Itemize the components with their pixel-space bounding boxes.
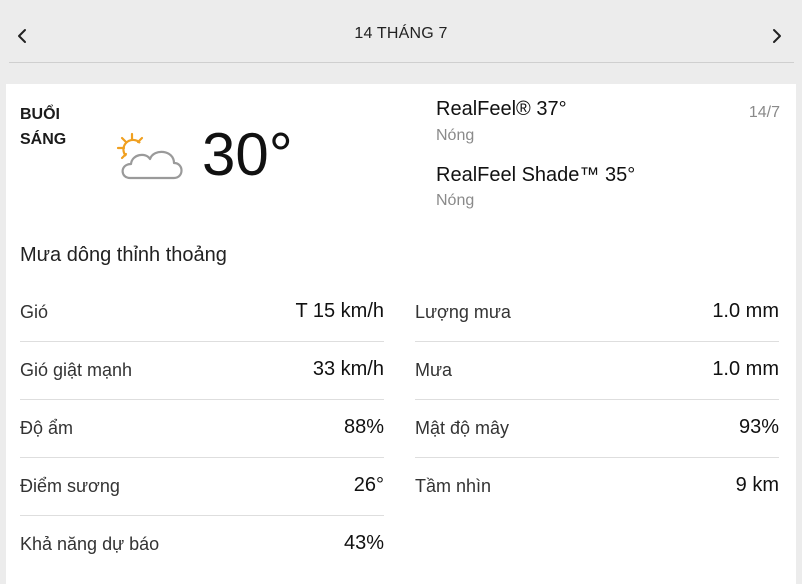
- chevron-right-icon: [773, 29, 781, 43]
- detail-value: 43%: [343, 532, 384, 554]
- next-day-button[interactable]: [762, 22, 790, 50]
- header-divider: [9, 62, 794, 63]
- period-label: BUỔI SÁNG: [20, 106, 67, 148]
- detail-row-humidity: Độ ẩm 88%: [20, 400, 384, 458]
- detail-label: Mưa: [415, 360, 453, 380]
- detail-label: Độ ẩm: [20, 418, 74, 438]
- detail-label: Lượng mưa: [415, 302, 511, 322]
- realfeel-shade-description: Nóng: [436, 192, 475, 209]
- date-label: 14 THÁNG 7: [354, 25, 448, 42]
- detail-label: Điểm sương: [20, 476, 120, 496]
- details-left-column: Gió T 15 km/h Gió giật mạnh 33 km/h Độ ẩ…: [20, 284, 384, 573]
- detail-value: 9 km: [735, 474, 779, 496]
- detail-row-precipitation: Lượng mưa 1.0 mm: [415, 284, 779, 342]
- detail-row-cloud-cover: Mật độ mây 93%: [415, 400, 779, 458]
- detail-value: 1.0 mm: [712, 358, 779, 380]
- detail-value: 88%: [343, 416, 384, 438]
- detail-row-wind-gust: Gió giật mạnh 33 km/h: [20, 342, 384, 400]
- detail-value: 1.0 mm: [712, 300, 779, 322]
- detail-value: 26°: [353, 474, 384, 496]
- detail-row-rain: Mưa 1.0 mm: [415, 342, 779, 400]
- detail-label: Tầm nhìn: [415, 476, 492, 496]
- detail-row-dew-point: Điểm sương 26°: [20, 458, 384, 516]
- date-badge: 14/7: [748, 104, 780, 121]
- detail-label: Mật độ mây: [415, 418, 510, 438]
- detail-row-probability: Khả năng dự báo 43%: [20, 516, 384, 573]
- detail-label: Gió: [20, 302, 49, 322]
- realfeel-value: RealFeel® 37°: [436, 98, 567, 120]
- detail-value: 93%: [738, 416, 779, 438]
- detail-row-wind: Gió T 15 km/h: [20, 284, 384, 342]
- partly-sunny-icon: [116, 132, 183, 180]
- details-right-column: Lượng mưa 1.0 mm Mưa 1.0 mm Mật độ mây 9…: [415, 284, 779, 515]
- weather-phrase: Mưa dông thỉnh thoảng: [20, 244, 227, 266]
- temperature: 30°: [202, 121, 293, 188]
- detail-row-visibility: Tầm nhìn 9 km: [415, 458, 779, 515]
- detail-value: T 15 km/h: [295, 300, 384, 322]
- detail-label: Khả năng dự báo: [20, 534, 160, 554]
- realfeel-shade-value: RealFeel Shade™ 35°: [436, 164, 636, 186]
- detail-label: Gió giật mạnh: [20, 360, 133, 380]
- detail-value: 33 km/h: [312, 358, 384, 380]
- forecast-card: BUỔI SÁNG 30° RealFeel® 37° Nóng RealFee…: [6, 84, 796, 584]
- date-navigation-bar: 14 THÁNG 7: [0, 0, 802, 70]
- realfeel-description: Nóng: [436, 127, 475, 144]
